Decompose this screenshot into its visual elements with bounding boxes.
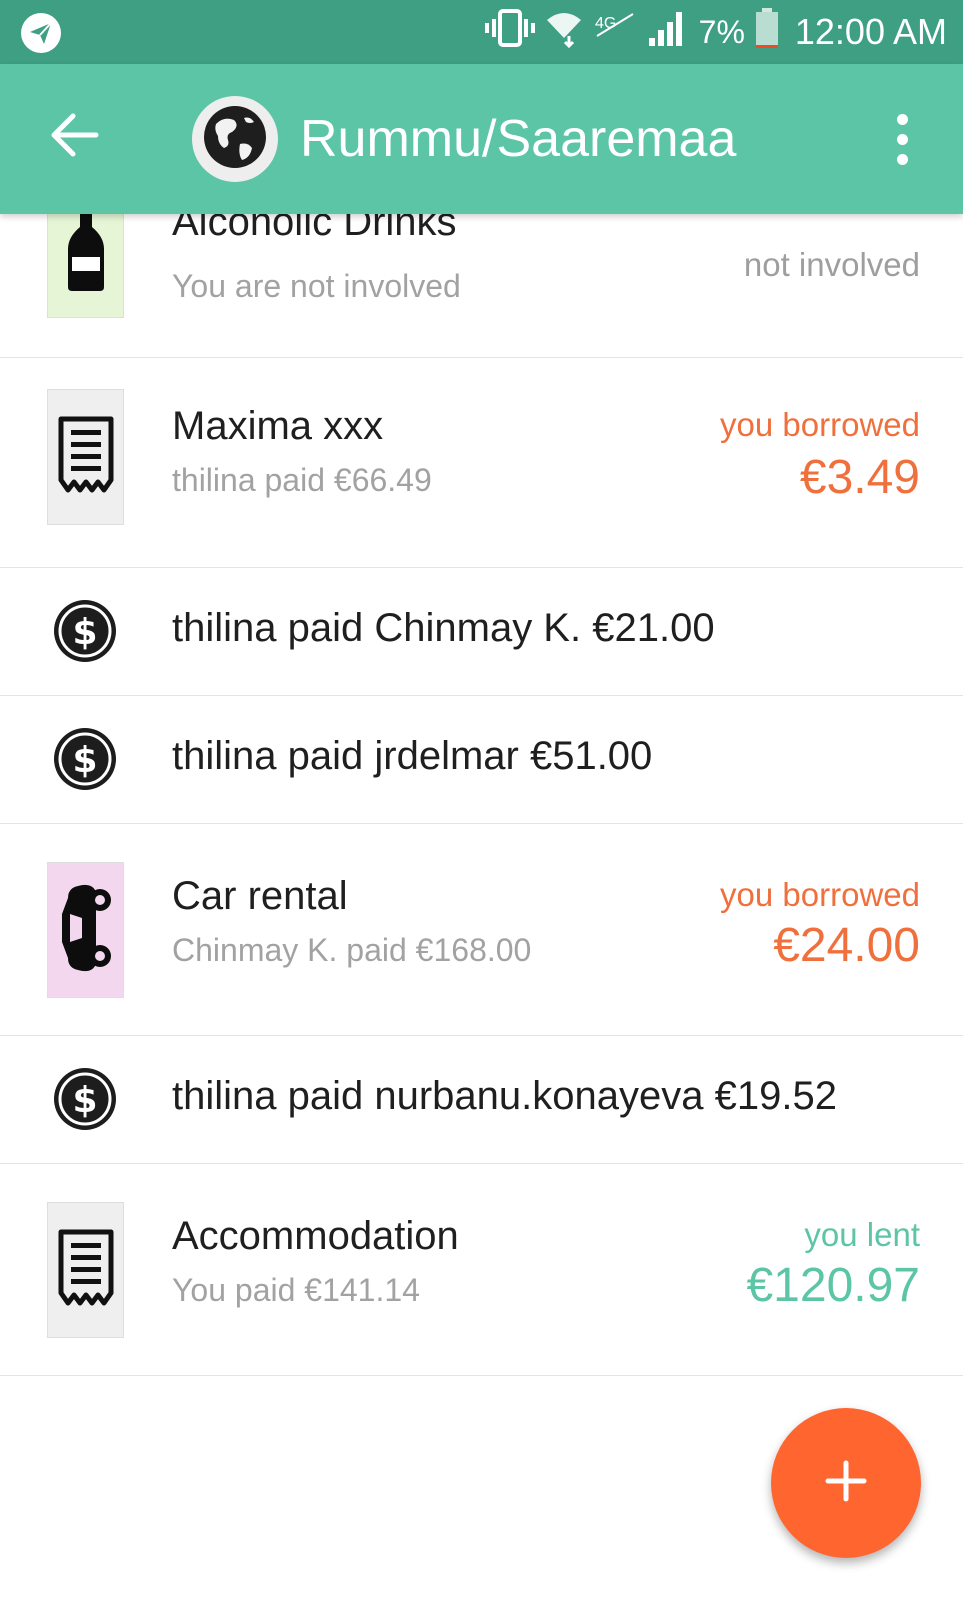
screen: 4G 7% 12:00 AM Rummu/Saaremaa Alconolic … xyxy=(0,0,963,1600)
signal-icon xyxy=(647,8,687,57)
expense-list: Alconolic Drinks You are not involved no… xyxy=(0,214,963,1600)
category-icon xyxy=(47,214,124,318)
payment-row[interactable]: $ thilina paid jrdelmar €51.00 xyxy=(0,696,963,824)
payment-row[interactable]: $ thilina paid nurbanu.konayeva €19.52 xyxy=(0,1036,963,1164)
expense-title: Maxima xxx xyxy=(172,404,384,448)
dollar-circle-icon: $ xyxy=(54,1068,116,1130)
svg-text:4G: 4G xyxy=(595,15,616,32)
expense-subtitle: Chinmay K. paid €168.00 xyxy=(172,932,532,968)
globe-icon xyxy=(202,104,268,175)
plus-icon xyxy=(824,1459,868,1508)
telegram-icon xyxy=(20,12,62,54)
group-title: Rummu/Saaremaa xyxy=(300,110,737,168)
expense-amount: €3.49 xyxy=(799,451,920,504)
expense-row-accommodation[interactable]: Accommodation You paid €141.14 you lent … xyxy=(0,1164,963,1376)
expense-title: Alconolic Drinks xyxy=(172,214,457,244)
expense-status: you borrowed xyxy=(720,406,920,443)
expense-row-car-rental[interactable]: Car rental Chinmay K. paid €168.00 you b… xyxy=(0,824,963,1036)
payment-text: thilina paid nurbanu.konayeva €19.52 xyxy=(172,1074,837,1118)
expense-title: Car rental xyxy=(172,874,348,918)
4g-icon: 4G xyxy=(593,8,637,57)
expense-row-maxima[interactable]: Maxima xxx thilina paid €66.49 you borro… xyxy=(0,358,963,568)
category-icon xyxy=(47,1202,124,1338)
expense-title: Accommodation xyxy=(172,1214,459,1258)
receipt-icon xyxy=(58,1229,114,1312)
svg-text:$: $ xyxy=(72,612,97,653)
status-icons: 4G 7% 12:00 AM xyxy=(484,0,947,64)
group-avatar[interactable] xyxy=(192,96,278,182)
svg-text:$: $ xyxy=(72,740,97,781)
battery-percent: 7% xyxy=(698,13,745,50)
status-bar: 4G 7% 12:00 AM xyxy=(0,0,963,64)
wine-bottle-icon xyxy=(66,214,106,298)
payment-text: thilina paid Chinmay K. €21.00 xyxy=(172,606,715,650)
expense-status: not involved xyxy=(743,246,920,283)
overflow-menu-button[interactable] xyxy=(877,102,927,176)
battery-icon xyxy=(755,7,779,58)
category-icon xyxy=(47,862,124,998)
expense-amount: €120.97 xyxy=(746,1259,920,1312)
payment-text: thilina paid jrdelmar €51.00 xyxy=(172,734,653,778)
more-vert-dot xyxy=(896,153,908,165)
payment-row[interactable]: $ thilina paid Chinmay K. €21.00 xyxy=(0,568,963,696)
clock: 12:00 AM xyxy=(794,11,947,52)
category-icon xyxy=(47,389,124,525)
back-button[interactable] xyxy=(40,102,110,172)
car-icon xyxy=(58,878,114,983)
expense-subtitle: You paid €141.14 xyxy=(172,1272,420,1308)
expense-subtitle: thilina paid €66.49 xyxy=(172,462,432,498)
vibrate-icon xyxy=(484,8,535,57)
more-vert-dot xyxy=(896,133,908,145)
app-bar: Rummu/Saaremaa xyxy=(0,64,963,214)
arrow-back-icon xyxy=(50,112,100,163)
expense-amount: €24.00 xyxy=(773,919,920,972)
expense-status: you borrowed xyxy=(720,876,920,913)
add-expense-button[interactable] xyxy=(771,1408,921,1558)
wifi-icon xyxy=(545,8,583,57)
expense-subtitle: You are not involved xyxy=(172,268,461,304)
dollar-circle-icon: $ xyxy=(54,600,116,662)
svg-text:$: $ xyxy=(72,1080,97,1121)
receipt-icon xyxy=(58,416,114,499)
expense-row-drinks[interactable]: Alconolic Drinks You are not involved no… xyxy=(0,214,963,358)
expense-status: you lent xyxy=(804,1216,920,1253)
dollar-circle-icon: $ xyxy=(54,728,116,790)
more-vert-icon xyxy=(896,113,908,125)
